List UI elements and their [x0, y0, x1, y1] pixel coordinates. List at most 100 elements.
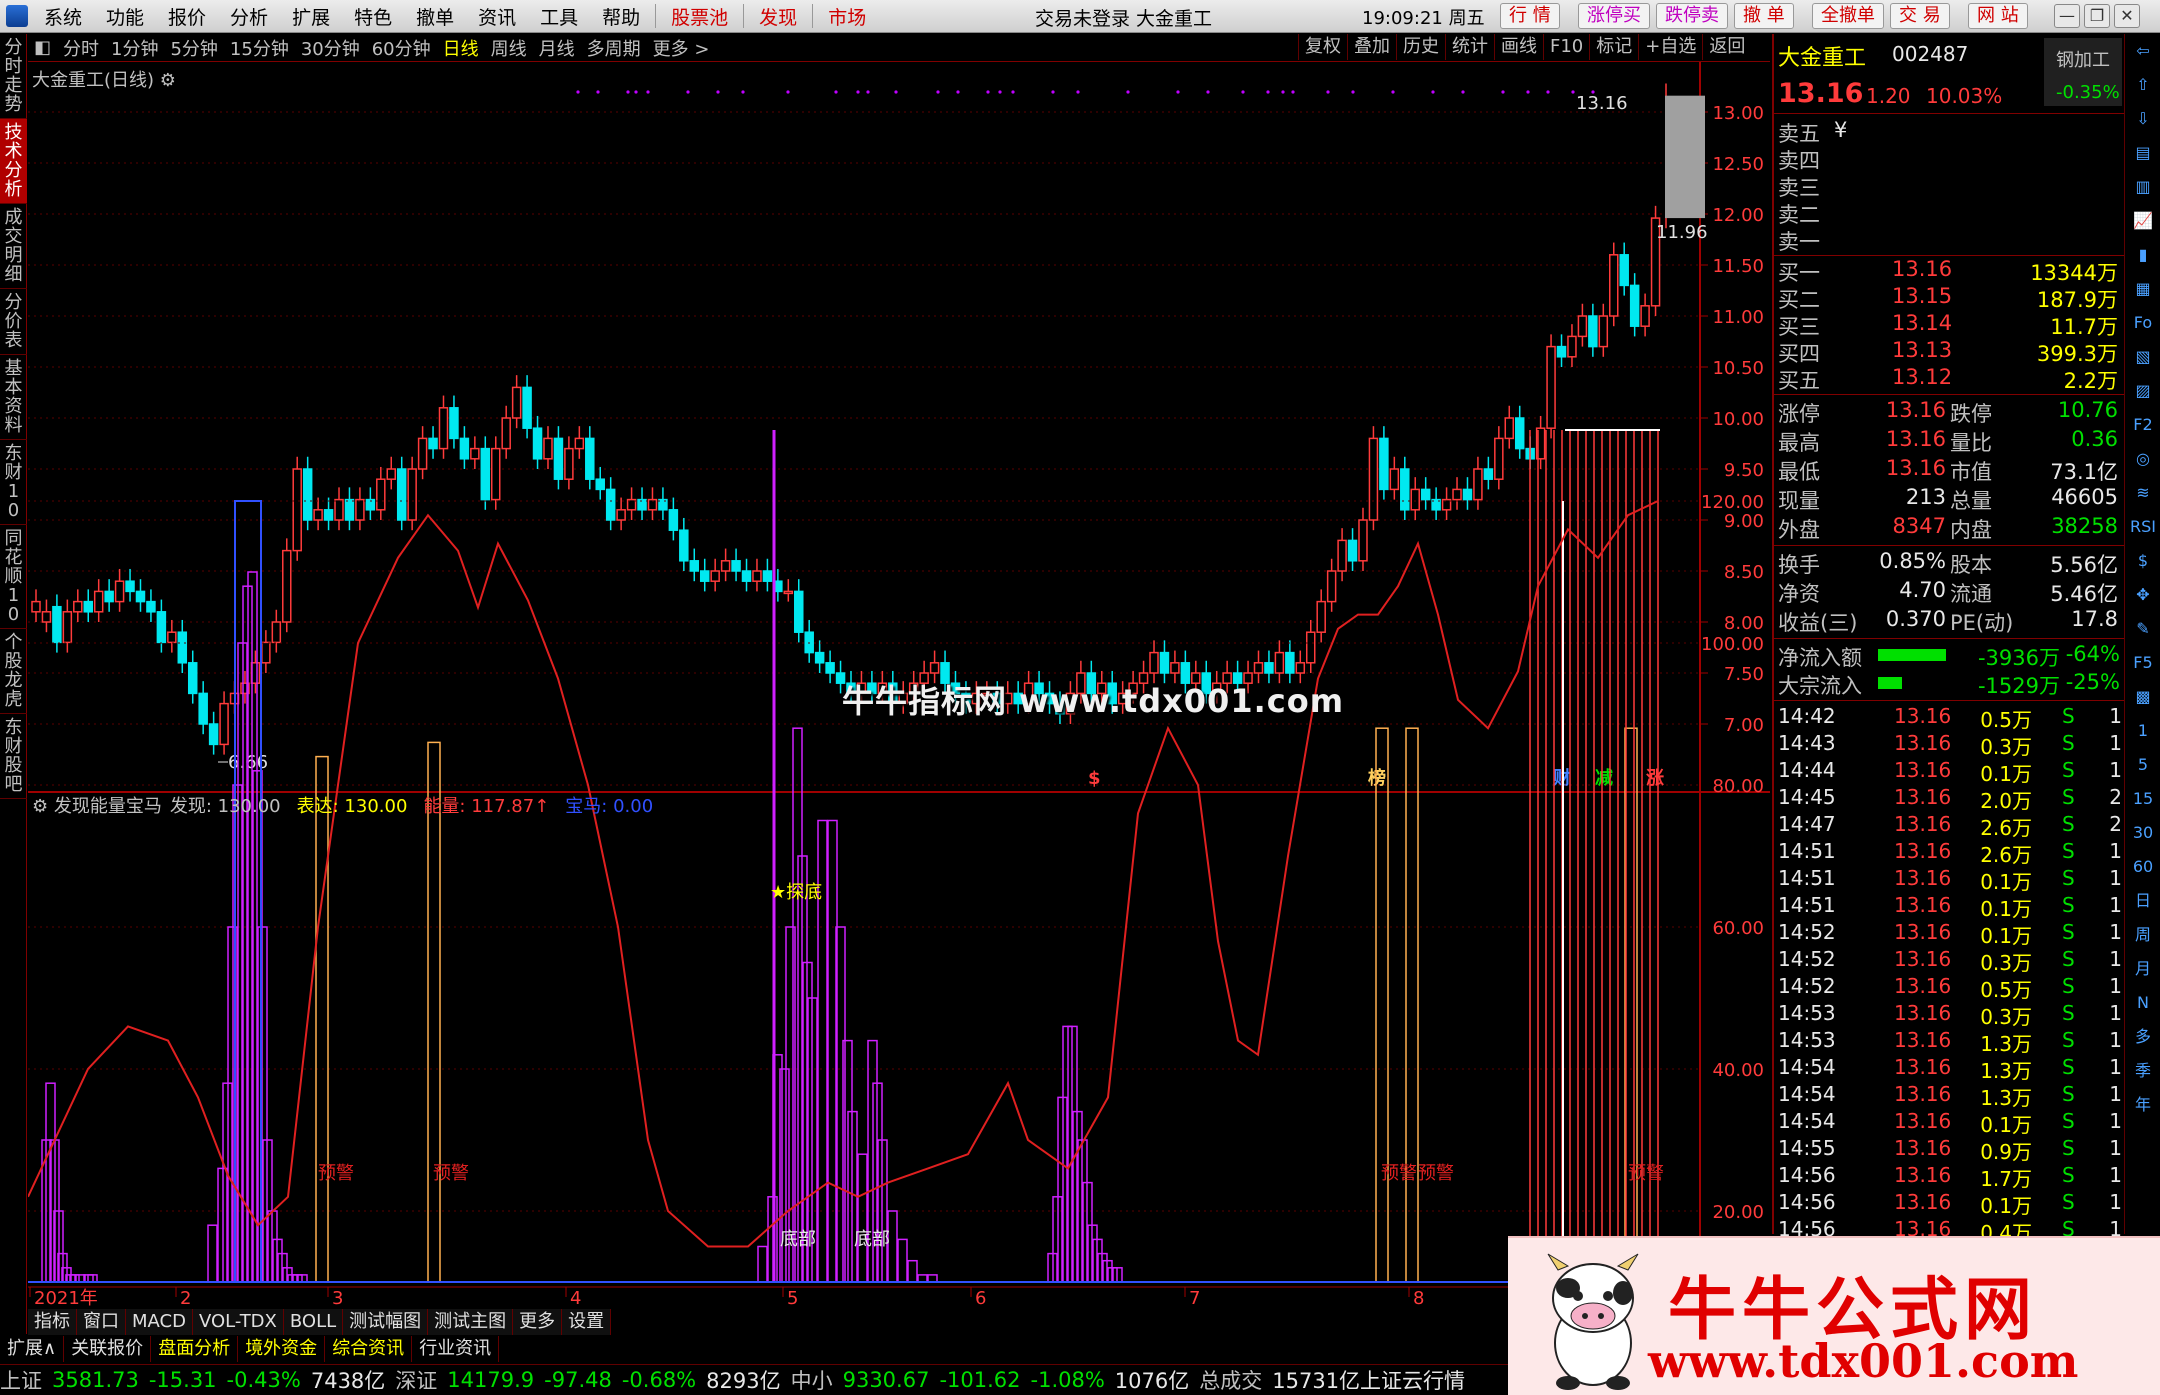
indicator-tab-8[interactable]: 设置 — [562, 1309, 612, 1335]
event-marker[interactable]: 涨 — [1646, 768, 1664, 789]
toolbar-right-1[interactable]: 叠加 — [1347, 34, 1396, 60]
indicator-tab-2[interactable]: MACD — [126, 1309, 193, 1335]
side-tool-icon[interactable]: ≋ — [2125, 476, 2160, 510]
left-tab-4[interactable]: 基本资料 — [0, 355, 27, 440]
side-tool-icon[interactable]: 日 — [2125, 884, 2160, 918]
ext-tab-3[interactable]: 境外资金 — [238, 1336, 326, 1362]
side-tool-icon[interactable]: ▤ — [2125, 136, 2160, 170]
period-9[interactable]: 多周期 — [581, 35, 647, 61]
period-7[interactable]: 周线 — [485, 35, 533, 61]
side-tool-icon[interactable]: ⇩ — [2125, 102, 2160, 136]
quick-button-3[interactable]: 撤 单 — [1734, 3, 1794, 29]
side-tool-icon[interactable]: 年 — [2125, 1088, 2160, 1122]
menu-4[interactable]: 扩展 — [280, 3, 342, 30]
toolbar-right-3[interactable]: 统计 — [1445, 34, 1494, 60]
toolbar-toggle-icon[interactable]: ◧ — [28, 37, 57, 58]
restore-button[interactable]: ❐ — [2084, 4, 2110, 28]
menu-3[interactable]: 分析 — [218, 3, 280, 30]
close-button[interactable]: ✕ — [2114, 4, 2140, 28]
period-6[interactable]: 日线 — [437, 35, 485, 61]
side-tool-icon[interactable]: 多 — [2125, 1020, 2160, 1054]
period-10[interactable]: 更多 > — [647, 35, 716, 61]
period-5[interactable]: 60分钟 — [366, 35, 437, 61]
event-marker[interactable]: $ — [1088, 768, 1101, 789]
side-tool-icon[interactable]: 5 — [2125, 748, 2160, 782]
side-tool-icon[interactable]: 60 — [2125, 850, 2160, 884]
side-tool-icon[interactable]: ▩ — [2125, 680, 2160, 714]
side-tool-icon[interactable]: 周 — [2125, 918, 2160, 952]
ext-tab-0[interactable]: 扩展∧ — [0, 1336, 65, 1362]
quick-button-0[interactable]: 行 情 — [1500, 3, 1560, 29]
side-tool-icon[interactable]: 月 — [2125, 952, 2160, 986]
period-1[interactable]: 1分钟 — [105, 35, 164, 61]
menu-8[interactable]: 工具 — [528, 3, 590, 30]
menu-red-1[interactable]: 发现 — [747, 3, 809, 30]
indicator-tab-1[interactable]: 窗口 — [77, 1309, 126, 1335]
toolbar-right-0[interactable]: 复权 — [1298, 34, 1347, 60]
period-2[interactable]: 5分钟 — [164, 35, 223, 61]
side-tool-icon[interactable]: ◎ — [2125, 442, 2160, 476]
menu-1[interactable]: 功能 — [94, 3, 156, 30]
menu-6[interactable]: 撤单 — [404, 3, 466, 30]
left-tab-0[interactable]: 分时走势 — [0, 34, 27, 119]
toolbar-right-4[interactable]: 画线 — [1494, 34, 1543, 60]
side-tool-icon[interactable]: ▧ — [2125, 340, 2160, 374]
side-tool-icon[interactable]: ▮ — [2125, 238, 2160, 272]
ext-tab-4[interactable]: 综合资讯 — [325, 1336, 413, 1362]
event-marker[interactable]: 榜 — [1368, 767, 1386, 789]
toolbar-right-8[interactable]: 返回 — [1702, 34, 1751, 60]
chart-settings-icon[interactable]: ⚙ — [160, 70, 176, 91]
menu-red-2[interactable]: 市场 — [816, 3, 878, 30]
side-tool-icon[interactable]: ▥ — [2125, 170, 2160, 204]
period-0[interactable]: 分时 — [57, 35, 105, 61]
menu-red-0[interactable]: 股票池 — [659, 3, 740, 30]
menu-7[interactable]: 资讯 — [466, 3, 528, 30]
side-tool-icon[interactable]: 季 — [2125, 1054, 2160, 1088]
indicator-tab-0[interactable]: 指标 — [28, 1309, 77, 1335]
indicator-settings-icon[interactable]: ⚙ — [32, 796, 54, 817]
period-8[interactable]: 月线 — [533, 35, 581, 61]
ext-tab-2[interactable]: 盘面分析 — [151, 1336, 239, 1362]
toolbar-right-5[interactable]: F10 — [1543, 34, 1589, 60]
period-4[interactable]: 30分钟 — [295, 35, 366, 61]
side-tool-icon[interactable]: ⇦ — [2125, 34, 2160, 68]
indicator-tab-7[interactable]: 更多 — [513, 1309, 563, 1335]
side-tool-icon[interactable]: RSI — [2125, 510, 2160, 544]
side-tool-icon[interactable]: 30 — [2125, 816, 2160, 850]
quick-button-2[interactable]: 跌停卖 — [1656, 3, 1728, 29]
toolbar-right-7[interactable]: +自选 — [1638, 34, 1702, 60]
side-tool-icon[interactable]: ⇧ — [2125, 68, 2160, 102]
indicator-tab-6[interactable]: 测试主图 — [428, 1309, 514, 1335]
left-tab-8[interactable]: 东财股吧 — [0, 714, 27, 799]
toolbar-right-6[interactable]: 标记 — [1589, 34, 1638, 60]
side-tool-icon[interactable]: ✎ — [2125, 612, 2160, 646]
indicator-tab-5[interactable]: 测试幅图 — [343, 1309, 429, 1335]
side-tool-icon[interactable]: F5 — [2125, 646, 2160, 680]
left-tab-1[interactable]: 技术分析 — [0, 119, 27, 204]
side-tool-icon[interactable]: ▦ — [2125, 272, 2160, 306]
left-tab-3[interactable]: 分价表 — [0, 289, 27, 355]
side-tool-icon[interactable]: N — [2125, 986, 2160, 1020]
left-tab-5[interactable]: 东财10 — [0, 440, 27, 525]
side-tool-icon[interactable]: 📈 — [2125, 204, 2160, 238]
ext-tab-1[interactable]: 关联报价 — [64, 1336, 152, 1362]
period-3[interactable]: 15分钟 — [224, 35, 295, 61]
menu-2[interactable]: 报价 — [156, 3, 218, 30]
quick-button-4[interactable]: 全撤单 — [1812, 3, 1884, 29]
menu-0[interactable]: 系统 — [32, 3, 94, 30]
left-tab-7[interactable]: 个股龙虎 — [0, 629, 27, 714]
minimize-button[interactable]: — — [2054, 4, 2080, 28]
side-tool-icon[interactable]: F2 — [2125, 408, 2160, 442]
menu-9[interactable]: 帮助 — [590, 3, 652, 30]
quick-button-5[interactable]: 交 易 — [1890, 3, 1950, 29]
toolbar-right-2[interactable]: 历史 — [1396, 34, 1445, 60]
side-tool-icon[interactable]: 1 — [2125, 714, 2160, 748]
indicator-tab-4[interactable]: BOLL — [283, 1309, 344, 1335]
indicator-tab-3[interactable]: VOL-TDX — [192, 1309, 284, 1335]
side-tool-icon[interactable]: ✥ — [2125, 578, 2160, 612]
ext-tab-5[interactable]: 行业资讯 — [412, 1336, 500, 1362]
menu-5[interactable]: 特色 — [342, 3, 404, 30]
side-tool-icon[interactable]: Fo — [2125, 306, 2160, 340]
quick-button-6[interactable]: 网 站 — [1968, 3, 2028, 29]
left-tab-2[interactable]: 成交明细 — [0, 204, 27, 289]
